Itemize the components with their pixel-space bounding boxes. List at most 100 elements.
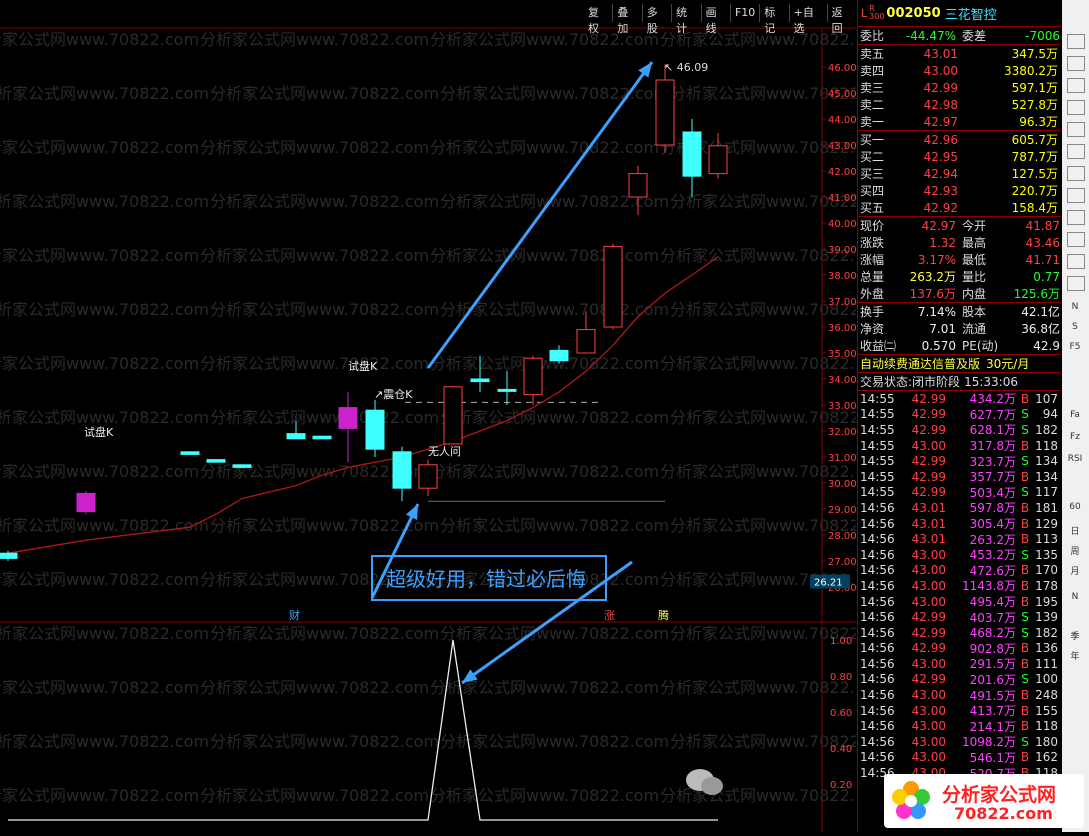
tick-list[interactable]: 14:55 42.99 434.2万 B 107 14:55 42.99 627.7万 S 94 1… (858, 390, 1061, 781)
ask-row[interactable]: 卖四 43.00 3380.2万 (858, 62, 1061, 79)
side-tool-icon[interactable]: 周 (1065, 545, 1085, 560)
tick-row[interactable]: 14:55 42.99 323.7万 S 134 (858, 453, 1061, 469)
tick-row[interactable]: 14:55 42.99 503.4万 S 117 (858, 485, 1061, 501)
candle-body (443, 386, 463, 445)
tick-volume: 413.7万 (969, 704, 1016, 719)
side-tool-icon[interactable] (1067, 166, 1085, 181)
watermark-text: 分析家公式网www.70822.com (200, 246, 429, 265)
tick-side: B (1020, 719, 1030, 734)
bid-row[interactable]: 买五 42.92 158.4万 (858, 199, 1061, 216)
tick-row[interactable]: 14:56 43.00 546.1万 B 162 (858, 750, 1061, 766)
watermark-text: 分析家公式网www.70822.com (210, 732, 439, 751)
toolbar-button-4[interactable]: 画线 (700, 4, 730, 35)
side-tool-icon[interactable]: 月 (1065, 565, 1085, 580)
tick-row[interactable]: 14:56 43.01 597.8万 B 181 (858, 500, 1061, 516)
tick-row[interactable]: 14:56 43.00 291.5万 B 111 (858, 656, 1061, 672)
tick-row[interactable]: 14:56 43.00 1098.2万 S 180 (858, 734, 1061, 750)
tick-volume: 503.4万 (969, 485, 1016, 500)
tick-volume: 1098.2万 (962, 735, 1016, 750)
tick-row[interactable]: 14:56 43.00 453.2万 S 135 (858, 547, 1061, 563)
ask-row[interactable]: 卖一 42.97 96.3万 (858, 113, 1061, 130)
toolbar-button-7[interactable]: +自选 (788, 4, 827, 35)
tick-row[interactable]: 14:56 42.99 902.8万 B 136 (858, 641, 1061, 657)
tick-price: 42.99 (911, 454, 946, 469)
tick-row[interactable]: 14:55 42.99 434.2万 B 107 (858, 391, 1061, 407)
tick-price: 43.00 (911, 594, 946, 609)
side-tool-icon[interactable] (1067, 34, 1085, 49)
bid-row[interactable]: 买一 42.96 605.7万 (858, 131, 1061, 148)
side-tool-icon[interactable]: 季 (1065, 630, 1085, 645)
tick-count: 155 (1035, 703, 1058, 718)
tick-time: 14:56 (860, 532, 895, 547)
toolbar-button-5[interactable]: F10 (729, 4, 759, 22)
kline-chart-area[interactable]: 复权叠加多股统计画线F10标记+自选返回 分析家公式网www.70822.com… (0, 0, 899, 832)
tick-row[interactable]: 14:56 43.00 214.1万 B 118 (858, 718, 1061, 734)
tick-row[interactable]: 14:56 43.00 491.5万 B 248 (858, 687, 1061, 703)
tick-time: 14:55 (860, 485, 895, 500)
side-tool-icon[interactable]: 年 (1065, 650, 1085, 665)
watermark-text: 分析家公式网www.70822.com (430, 354, 659, 373)
side-tool-icon[interactable] (1067, 232, 1085, 247)
watermark-text: 分析家公式网www.70822.com (670, 732, 856, 751)
tick-row[interactable]: 14:56 43.00 495.4万 B 195 (858, 594, 1061, 610)
ask-row[interactable]: 卖五 43.01 347.5万 (858, 45, 1061, 62)
tick-time: 14:56 (860, 578, 895, 593)
tick-row[interactable]: 14:56 42.99 201.6万 S 100 (858, 672, 1061, 688)
stat-row: 现价 42.97 今开 41.87 (858, 217, 1061, 234)
toolbar-button-2[interactable]: 多股 (641, 4, 671, 35)
side-tool-icon[interactable] (1067, 210, 1085, 225)
side-tool-icon[interactable] (1067, 276, 1085, 291)
ask-row[interactable]: 卖三 42.99 597.1万 (858, 79, 1061, 96)
watermark-text: 分析家公式网www.70822.com (440, 516, 669, 535)
tick-row[interactable]: 14:56 43.00 472.6万 B 170 (858, 563, 1061, 579)
tick-row[interactable]: 14:56 43.01 263.2万 B 113 (858, 531, 1061, 547)
toolbar-button-6[interactable]: 标记 (759, 4, 788, 35)
side-tool-icon[interactable] (1067, 188, 1085, 203)
side-tool-icon[interactable]: Fz (1065, 430, 1085, 445)
tick-row[interactable]: 14:56 43.01 305.4万 B 129 (858, 516, 1061, 532)
tick-price: 42.99 (911, 641, 946, 656)
side-tool-icon[interactable]: 60 (1065, 500, 1085, 515)
side-tool-icon[interactable] (1067, 56, 1085, 71)
toolbar-button-8[interactable]: 返回 (826, 4, 856, 35)
tick-row[interactable]: 14:55 42.99 357.7万 B 134 (858, 469, 1061, 485)
side-tool-icon[interactable] (1067, 100, 1085, 115)
side-tool-icon[interactable] (1067, 144, 1085, 159)
side-tool-icon[interactable]: Fa (1065, 408, 1085, 423)
tick-row[interactable]: 14:55 42.99 628.1万 S 182 (858, 422, 1061, 438)
side-tool-icon[interactable]: N (1065, 300, 1085, 315)
bid-row[interactable]: 买三 42.94 127.5万 (858, 165, 1061, 182)
quote-panel: L R 300 002050 三花智控 委比 -44.47% 委差 -7006 卖… (857, 0, 1061, 832)
promo-row[interactable]: 自动续费通达信普及版 30元/月 (858, 354, 1061, 372)
side-tool-icon[interactable]: F5 (1065, 340, 1085, 355)
label-test-k: 试盘K (84, 425, 114, 439)
tick-row[interactable]: 14:56 42.99 403.7万 S 139 (858, 609, 1061, 625)
label-test-k: 试盘K (348, 359, 378, 373)
price-tick-label: 37.00 (828, 297, 856, 308)
side-tool-icon[interactable]: 日 (1065, 525, 1085, 540)
chart-canvas[interactable]: 分析家公式网www.70822.com 分析家公式网www.70822.com 分析… (0, 0, 899, 832)
toolbar-button-1[interactable]: 叠加 (612, 4, 641, 35)
side-tool-icon[interactable]: N (1065, 590, 1085, 605)
tick-row[interactable]: 14:55 42.99 627.7万 S 94 (858, 407, 1061, 423)
side-tool-icon[interactable] (1067, 122, 1085, 137)
side-tool-icon[interactable] (1067, 254, 1085, 269)
ask-row[interactable]: 卖二 42.98 527.8万 (858, 96, 1061, 113)
tick-row[interactable]: 14:56 42.99 468.2万 S 182 (858, 625, 1061, 641)
tick-row[interactable]: 14:56 43.00 413.7万 B 155 (858, 703, 1061, 719)
tick-time: 14:56 (860, 594, 895, 609)
side-tool-icon[interactable]: RSI (1065, 452, 1085, 467)
toolbar-button-3[interactable]: 统计 (671, 4, 700, 35)
watermark-text: 分析家公式网www.70822.com (0, 30, 199, 49)
side-tool-icon[interactable]: S (1065, 320, 1085, 335)
tick-volume: 546.1万 (969, 750, 1016, 765)
stat-value: 36.8亿 (1021, 322, 1060, 336)
tick-row[interactable]: 14:56 43.00 1143.8万 B 178 (858, 578, 1061, 594)
side-tool-icon[interactable] (1067, 78, 1085, 93)
toolbar-button-0[interactable]: 复权 (584, 4, 612, 35)
tick-row[interactable]: 14:55 43.00 317.8万 B 118 (858, 438, 1061, 454)
stat-value: 125.6万 (1013, 287, 1060, 301)
bid-row[interactable]: 买四 42.93 220.7万 (858, 182, 1061, 199)
tick-count: 180 (1035, 734, 1058, 749)
bid-row[interactable]: 买二 42.95 787.7万 (858, 148, 1061, 165)
